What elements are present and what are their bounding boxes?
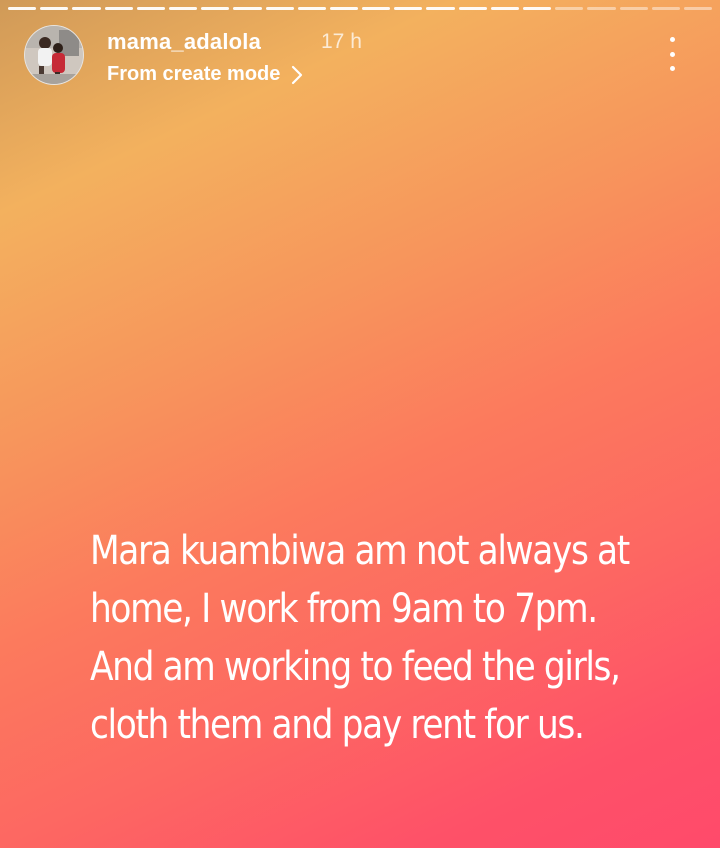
story-text-line: home, I work from 9am to 7pm. bbox=[90, 586, 598, 632]
story-progress-segment bbox=[265, 7, 294, 10]
story-progress-segment bbox=[523, 7, 552, 10]
story-progress-segment bbox=[587, 7, 616, 10]
story-timestamp: 17 h bbox=[321, 30, 362, 53]
story-progress-segment bbox=[394, 7, 423, 10]
more-dot bbox=[669, 37, 675, 42]
more-dot bbox=[669, 51, 675, 57]
story-text: Mara kuambiwa am not always at home, I w… bbox=[90, 522, 630, 754]
story-header: mama_adalola 17 h From create mode bbox=[24, 25, 696, 89]
create-mode-label: From create mode bbox=[107, 63, 281, 85]
story-viewer[interactable]: mama_adalola 17 h From create mode Mara … bbox=[0, 0, 720, 848]
story-progress-segment bbox=[168, 7, 198, 10]
more-vertical-icon[interactable] bbox=[662, 37, 682, 71]
story-progress-segment bbox=[651, 7, 680, 10]
create-mode-link[interactable]: From create mode bbox=[107, 63, 304, 86]
story-progress-segment bbox=[362, 7, 391, 10]
story-progress-segment bbox=[683, 7, 713, 10]
story-progress-segment bbox=[233, 7, 262, 10]
story-progress-segment bbox=[490, 7, 519, 10]
story-progress-segment bbox=[458, 7, 487, 10]
chevron-right-icon bbox=[290, 64, 304, 86]
story-progress-segment bbox=[619, 7, 648, 10]
story-text-line: Mara kuambiwa am not always at bbox=[90, 528, 630, 574]
story-progress-bar bbox=[8, 7, 713, 10]
avatar[interactable] bbox=[24, 25, 84, 85]
story-progress-segment bbox=[72, 7, 101, 10]
story-progress-segment bbox=[297, 7, 326, 10]
story-text-line: And am working to feed the girls, bbox=[90, 644, 621, 690]
story-progress-segment bbox=[426, 7, 455, 10]
story-progress-segment bbox=[329, 7, 359, 10]
story-progress-segment bbox=[104, 7, 133, 10]
story-progress-segment bbox=[136, 7, 165, 10]
story-username[interactable]: mama_adalola bbox=[107, 29, 261, 55]
avatar-image bbox=[25, 26, 83, 84]
story-progress-segment bbox=[40, 7, 69, 10]
more-dot bbox=[669, 66, 675, 71]
story-progress-segment bbox=[201, 7, 230, 10]
story-progress-segment bbox=[555, 7, 584, 10]
story-progress-segment bbox=[8, 7, 37, 10]
story-text-line: cloth them and pay rent for us. bbox=[90, 702, 585, 748]
